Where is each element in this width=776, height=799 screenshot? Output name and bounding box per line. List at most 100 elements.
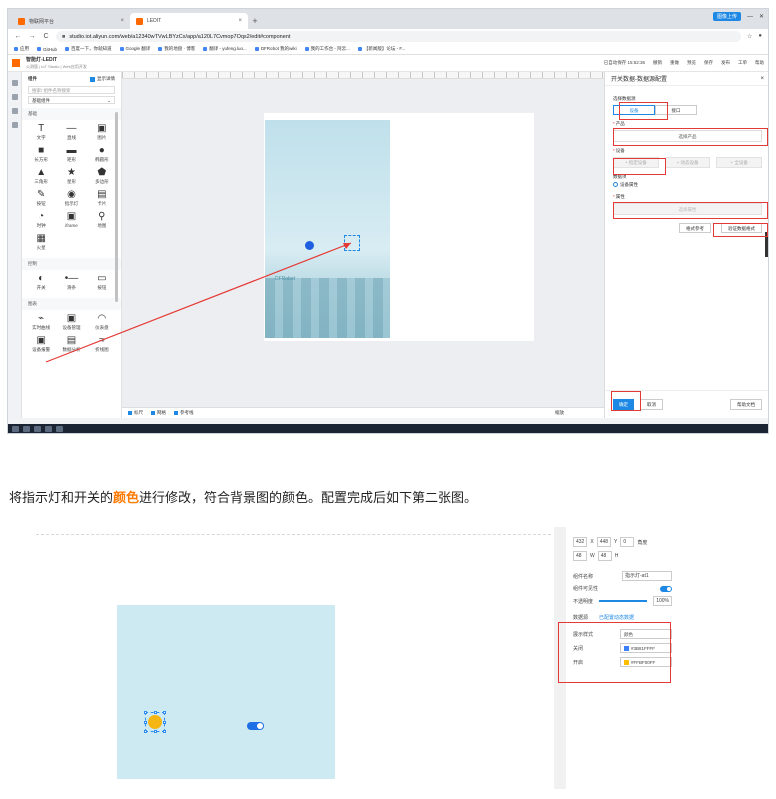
x-input[interactable]: 432 xyxy=(573,537,588,547)
component-item[interactable]: •— 滑条 xyxy=(56,273,86,291)
dynamic-device-button[interactable]: + 动态设备 xyxy=(664,157,711,168)
y-input[interactable]: 448 xyxy=(596,537,612,547)
component-item[interactable]: ⌁ 实时曲线 xyxy=(26,313,56,331)
header-action-button[interactable]: 预览 xyxy=(687,60,696,66)
header-action-button[interactable]: 帮助 xyxy=(755,60,764,66)
format-reference-button[interactable]: 格式参考 xyxy=(679,223,711,233)
bookmark-item[interactable]: 【新闻版】论坛 - F... xyxy=(357,46,405,52)
taskbar-app-icon[interactable] xyxy=(23,425,30,432)
cancel-button[interactable]: 取消 xyxy=(640,399,663,410)
bookmark-item[interactable]: Google 翻译 xyxy=(119,46,150,52)
component-section-header[interactable]: 图表 xyxy=(22,298,121,310)
component-item[interactable]: ▦ 火星 xyxy=(26,233,56,251)
component-item[interactable]: ▤ 数据分析 xyxy=(56,335,86,353)
browser-tab-ledit[interactable]: LEDIT × xyxy=(130,13,248,29)
component-item[interactable]: ▭ 按钮 xyxy=(87,273,117,291)
component-item[interactable]: ▲ 三角形 xyxy=(26,167,56,185)
component-item[interactable]: ◠ 仪表盘 xyxy=(87,313,117,331)
indicator-lamp[interactable] xyxy=(305,241,314,250)
taskbar-app-icon[interactable] xyxy=(45,425,52,432)
component-glyph-icon: ▭ xyxy=(97,273,107,284)
component-section-header[interactable]: 控制 xyxy=(22,258,121,270)
component-search-input[interactable]: 搜索/ 组件名称搜索 xyxy=(28,86,115,94)
close-icon[interactable]: × xyxy=(760,76,764,82)
canvas-option-toggle[interactable]: 标尺 xyxy=(128,410,143,416)
header-action-button[interactable]: 撤销 xyxy=(653,60,662,66)
component-item[interactable]: ▣ 图片 xyxy=(87,123,117,141)
close-icon[interactable]: × xyxy=(238,18,242,24)
bookmark-item[interactable]: DFRobot 我的wiki xyxy=(254,46,297,52)
component-item[interactable]: ⚲ 地图 xyxy=(87,211,117,229)
browser-tab-iot[interactable]: 物联网平台 × xyxy=(12,13,130,29)
show-detail-toggle[interactable]: 显示详情 xyxy=(90,76,115,82)
menu-icon[interactable] xyxy=(12,59,20,67)
reload-icon[interactable]: C xyxy=(42,33,50,40)
upload-button[interactable]: 图像上传 xyxy=(712,12,741,21)
layer-icon[interactable] xyxy=(11,108,18,114)
component-item[interactable]: ▣ iframe xyxy=(56,211,86,229)
opacity-slider[interactable] xyxy=(599,600,648,602)
settings-icon[interactable] xyxy=(11,122,18,128)
data-item-radio[interactable]: 设备属性 xyxy=(613,182,762,188)
component-item[interactable]: ≈ 折线图 xyxy=(87,335,117,353)
bookmark-item[interactable]: 百度一下，你就知道 xyxy=(65,46,112,52)
bookmark-item[interactable]: 翻译 - yufeng.luo... xyxy=(203,46,247,52)
component-name-input[interactable]: 指示灯-at1 xyxy=(622,571,672,581)
canvas-option-toggle[interactable]: 参考线 xyxy=(174,410,194,416)
header-action-button[interactable]: 保存 xyxy=(704,60,713,66)
close-window-icon[interactable]: ✕ xyxy=(759,13,764,20)
component-item[interactable]: ◔ 时钟 xyxy=(26,211,56,229)
component-category-select[interactable]: 基础组件 ⌄ xyxy=(28,96,115,104)
bookmark-item[interactable]: 我的地盘 · 博客 xyxy=(158,46,195,52)
taskbar-app-icon[interactable] xyxy=(56,425,63,432)
component-item[interactable]: ✎ 按钮 xyxy=(26,189,56,207)
switch-toggle[interactable] xyxy=(247,722,264,730)
component-item[interactable]: ■ 长方形 xyxy=(26,145,56,163)
datasource-link[interactable]: 已配置动态数据 xyxy=(599,614,634,621)
component-item[interactable]: — 直线 xyxy=(56,123,86,141)
canvas-option-toggle[interactable]: 网格 xyxy=(151,410,166,416)
canvas-option-label: 标尺 xyxy=(134,410,143,415)
component-item[interactable]: ▤ 卡片 xyxy=(87,189,117,207)
new-tab-button[interactable]: + xyxy=(248,14,262,28)
back-icon[interactable]: ← xyxy=(14,33,22,40)
component-item[interactable]: ▣ 设备报警 xyxy=(26,335,56,353)
height-input[interactable]: 48 xyxy=(597,551,612,561)
bookmark-item[interactable]: GitHub xyxy=(37,47,57,52)
extension-icon[interactable]: ● xyxy=(758,33,762,40)
component-section-header[interactable]: 基础 xyxy=(22,108,121,120)
url-input[interactable]: ■ studio.iot.aliyun.com/web/a12340wTVwLB… xyxy=(56,31,741,42)
bookmark-item[interactable]: 我的工作台 - 阿云... xyxy=(304,46,350,52)
header-action-button[interactable]: 重做 xyxy=(670,60,679,66)
component-item[interactable]: ● 椭圆形 xyxy=(87,145,117,163)
rotation-input[interactable]: 0 xyxy=(620,537,635,547)
component-item[interactable]: ◉ 指示灯 xyxy=(56,189,86,207)
bookmark-item[interactable]: 应用 xyxy=(14,46,29,52)
component-panel: 组件 显示详情 搜索/ 组件名称搜索 基础组件 ⌄ 基础 T 文字 — 直线 ▣ 图片 ■ 长方… xyxy=(22,72,122,418)
header-action-button[interactable]: 工单 xyxy=(738,60,747,66)
component-icon[interactable] xyxy=(11,80,18,86)
minimize-icon[interactable]: — xyxy=(747,14,753,20)
forward-icon[interactable]: → xyxy=(28,33,36,40)
visibility-toggle[interactable] xyxy=(660,585,672,592)
close-icon[interactable]: × xyxy=(120,18,124,24)
width-input[interactable]: 48 xyxy=(573,551,587,561)
header-action-button[interactable]: 发布 xyxy=(721,60,730,66)
component-item[interactable]: ▣ 设备管理 xyxy=(56,313,86,331)
taskbar-app-icon[interactable] xyxy=(34,425,41,432)
all-devices-button[interactable]: + 全设备 xyxy=(716,157,763,168)
component-item[interactable]: ◐ 开关 xyxy=(26,273,56,291)
opacity-input[interactable]: 100% xyxy=(653,596,672,606)
background-image[interactable]: DFRobot xyxy=(265,120,390,338)
page-icon[interactable] xyxy=(11,94,18,100)
component-item[interactable]: ⬟ 多边形 xyxy=(87,167,117,185)
component-item[interactable]: ★ 星形 xyxy=(56,167,86,185)
component-item[interactable]: ▬ 矩形 xyxy=(56,145,86,163)
start-icon[interactable] xyxy=(12,425,19,432)
selected-switch-component[interactable] xyxy=(344,235,360,251)
star-icon[interactable]: ☆ xyxy=(747,33,752,40)
component-panel-scrollbar[interactable] xyxy=(115,112,118,302)
component-item[interactable]: T 文字 xyxy=(26,123,56,141)
help-doc-button[interactable]: 帮助文档 xyxy=(730,399,762,410)
background-image[interactable] xyxy=(117,605,335,779)
